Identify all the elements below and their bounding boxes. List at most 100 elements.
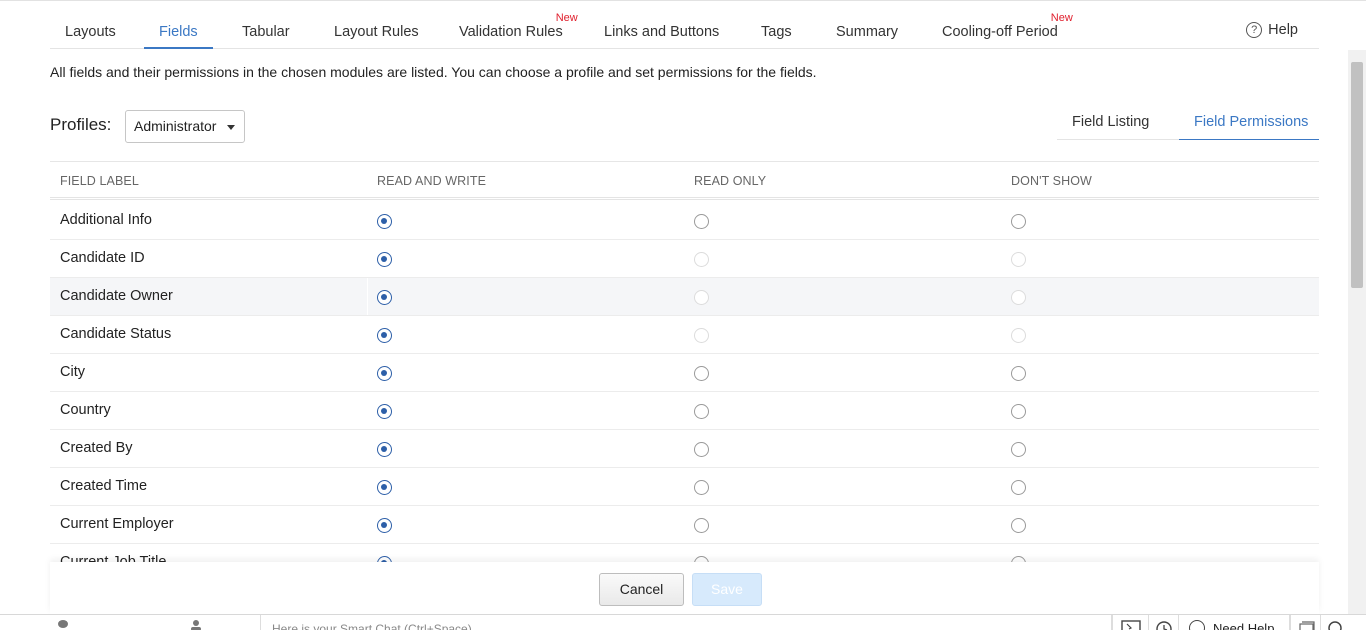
cell-divider xyxy=(367,278,368,315)
field-label: Country xyxy=(60,402,111,418)
help-icon: ? xyxy=(1246,21,1263,38)
cell-divider xyxy=(367,544,368,562)
read-only-radio xyxy=(694,328,709,343)
read-only-radio xyxy=(694,290,709,305)
need-help-button[interactable]: Need Help xyxy=(1178,615,1290,630)
profile-dropdown[interactable]: Administrator xyxy=(125,110,245,143)
history-button[interactable] xyxy=(1148,615,1178,630)
tab-field-permissions[interactable]: Field Permissions xyxy=(1179,106,1319,140)
field-label: Current Job Title xyxy=(60,554,167,562)
smart-chat-input[interactable]: Here is your Smart Chat (Ctrl+Space) xyxy=(260,615,1112,630)
table-row: Current Job Title xyxy=(50,544,1319,562)
cell-divider xyxy=(367,506,368,543)
tab-tabular[interactable]: Tabular xyxy=(227,10,305,49)
field-label: City xyxy=(60,364,85,380)
cell-divider xyxy=(367,392,368,429)
field-label: Additional Info xyxy=(60,212,152,228)
save-button[interactable]: Save xyxy=(692,573,762,606)
top-border xyxy=(0,0,1366,3)
tab-cooling-off-period[interactable]: Cooling-off Period New xyxy=(927,10,1073,49)
help-label: Help xyxy=(1268,21,1298,38)
dont-show-radio[interactable] xyxy=(1011,518,1026,533)
read-only-radio[interactable] xyxy=(694,518,709,533)
profiles-label: Profiles: xyxy=(50,115,112,134)
table-row: City xyxy=(50,354,1319,392)
table-row: Candidate ID xyxy=(50,240,1319,278)
field-permissions-table: FIELD LABEL READ AND WRITE READ ONLY DON… xyxy=(50,161,1319,562)
column-header-read-and-write: READ AND WRITE xyxy=(377,174,487,188)
read-only-radio[interactable] xyxy=(694,442,709,457)
table-row: Additional Info xyxy=(50,202,1319,240)
profile-selected-value: Administrator xyxy=(134,118,217,134)
cell-divider xyxy=(367,430,368,467)
table-row: Candidate Status xyxy=(50,316,1319,354)
contact-card-icon xyxy=(1121,620,1141,630)
notes-icon xyxy=(1299,621,1315,630)
read-and-write-radio[interactable] xyxy=(377,290,392,305)
read-only-radio[interactable] xyxy=(694,366,709,381)
dont-show-radio[interactable] xyxy=(1011,214,1026,229)
read-and-write-radio[interactable] xyxy=(377,214,392,229)
read-and-write-radio[interactable] xyxy=(377,480,392,495)
read-and-write-radio[interactable] xyxy=(377,442,392,457)
cell-divider xyxy=(367,240,368,277)
table-row: Current Employer xyxy=(50,506,1319,544)
read-only-radio xyxy=(694,252,709,267)
cancel-button[interactable]: Cancel xyxy=(599,573,684,606)
tab-bar: Layouts Fields Tabular Layout Rules Vali… xyxy=(50,10,1319,49)
bottom-bar: Here is your Smart Chat (Ctrl+Space) Nee… xyxy=(0,614,1366,630)
dont-show-radio xyxy=(1011,252,1026,267)
read-and-write-radio[interactable] xyxy=(377,518,392,533)
dont-show-radio[interactable] xyxy=(1011,404,1026,419)
dont-show-radio[interactable] xyxy=(1011,366,1026,381)
field-label: Candidate Owner xyxy=(60,288,173,304)
tab-field-listing[interactable]: Field Listing xyxy=(1057,106,1164,140)
tab-layouts[interactable]: Layouts xyxy=(50,10,131,49)
scrollbar-thumb[interactable] xyxy=(1351,62,1363,288)
new-badge: New xyxy=(555,12,578,24)
field-label: Candidate ID xyxy=(60,250,145,266)
table-row: Created By xyxy=(50,430,1319,468)
read-only-radio[interactable] xyxy=(694,480,709,495)
read-and-write-radio[interactable] xyxy=(377,366,392,381)
dont-show-radio xyxy=(1011,290,1026,305)
table-row: Country xyxy=(50,392,1319,430)
cell-divider xyxy=(367,316,368,353)
field-label: Created By xyxy=(60,440,133,456)
tab-summary[interactable]: Summary xyxy=(821,10,913,49)
field-label: Candidate Status xyxy=(60,326,172,342)
dont-show-radio xyxy=(1011,328,1026,343)
dont-show-radio[interactable] xyxy=(1011,442,1026,457)
tab-links-and-buttons[interactable]: Links and Buttons xyxy=(589,10,734,49)
help-link[interactable]: ? Help xyxy=(1246,10,1298,49)
cell-divider xyxy=(367,202,368,239)
new-badge: New xyxy=(1050,12,1073,24)
search-icon xyxy=(1328,621,1342,630)
mail-button[interactable] xyxy=(1112,615,1148,630)
column-header-dont-show: DON'T SHOW xyxy=(1011,174,1092,188)
view-toggle: Field Listing Field Permissions xyxy=(1057,106,1319,140)
tab-tags[interactable]: Tags xyxy=(746,10,807,49)
history-icon xyxy=(1156,621,1172,630)
field-label: Created Time xyxy=(60,478,148,494)
tab-fields[interactable]: Fields xyxy=(144,10,213,49)
chat-bubble-icon[interactable] xyxy=(56,619,68,630)
read-and-write-radio[interactable] xyxy=(377,404,392,419)
tab-layout-rules[interactable]: Layout Rules xyxy=(319,10,434,49)
read-and-write-radio[interactable] xyxy=(377,328,392,343)
page-description: All fields and their permissions in the … xyxy=(50,64,817,80)
read-only-radio[interactable] xyxy=(694,214,709,229)
table-row: Candidate Owner xyxy=(50,278,1319,316)
contacts-icon[interactable] xyxy=(190,619,202,630)
cell-divider xyxy=(367,354,368,391)
table-row: Created Time xyxy=(50,468,1319,506)
read-and-write-radio[interactable] xyxy=(377,252,392,267)
question-icon xyxy=(1189,620,1205,630)
notes-button[interactable] xyxy=(1290,615,1320,630)
cell-divider xyxy=(367,468,368,505)
dont-show-radio[interactable] xyxy=(1011,480,1026,495)
tab-validation-rules[interactable]: Validation Rules New xyxy=(444,10,578,49)
chevron-down-icon xyxy=(227,125,235,130)
search-button[interactable] xyxy=(1320,615,1366,630)
read-only-radio[interactable] xyxy=(694,404,709,419)
